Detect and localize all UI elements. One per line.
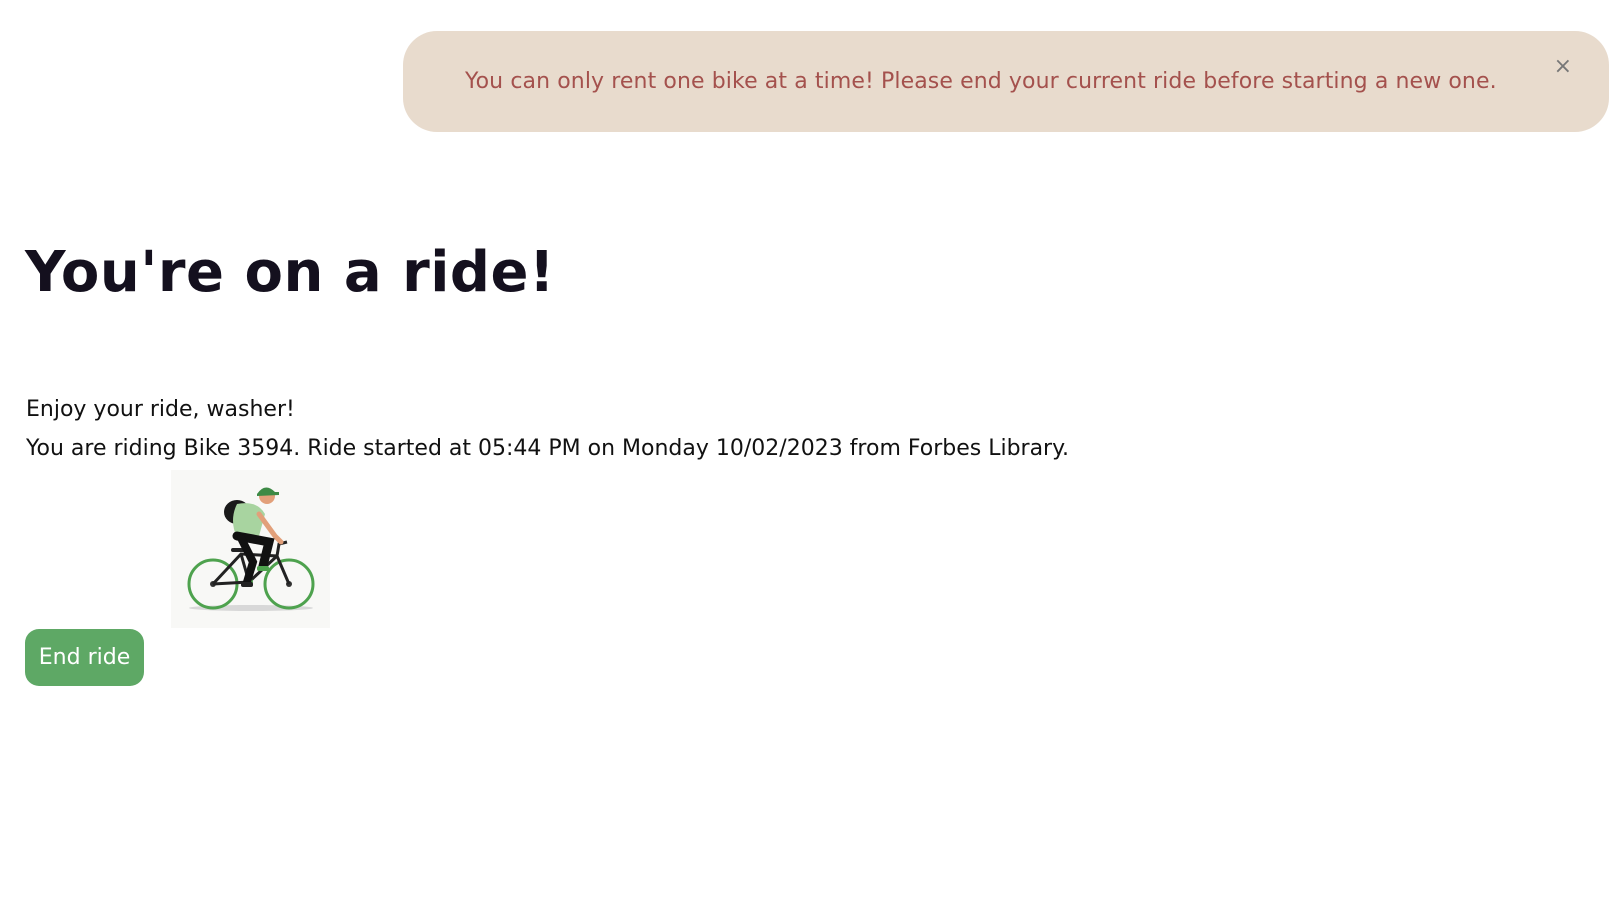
page: You can only rent one bike at a time! Pl… xyxy=(0,0,1609,905)
greeting-text: Enjoy your ride, washer! xyxy=(26,397,295,422)
ride-info-text: You are riding Bike 3594. Ride started a… xyxy=(26,436,1069,461)
close-icon[interactable]: × xyxy=(1554,56,1572,78)
end-ride-button[interactable]: End ride xyxy=(25,629,144,686)
alert-message: You can only rent one bike at a time! Pl… xyxy=(465,69,1497,94)
alert-banner: You can only rent one bike at a time! Pl… xyxy=(403,31,1609,132)
cyclist-illustration xyxy=(171,470,330,628)
page-title: You're on a ride! xyxy=(25,240,556,305)
